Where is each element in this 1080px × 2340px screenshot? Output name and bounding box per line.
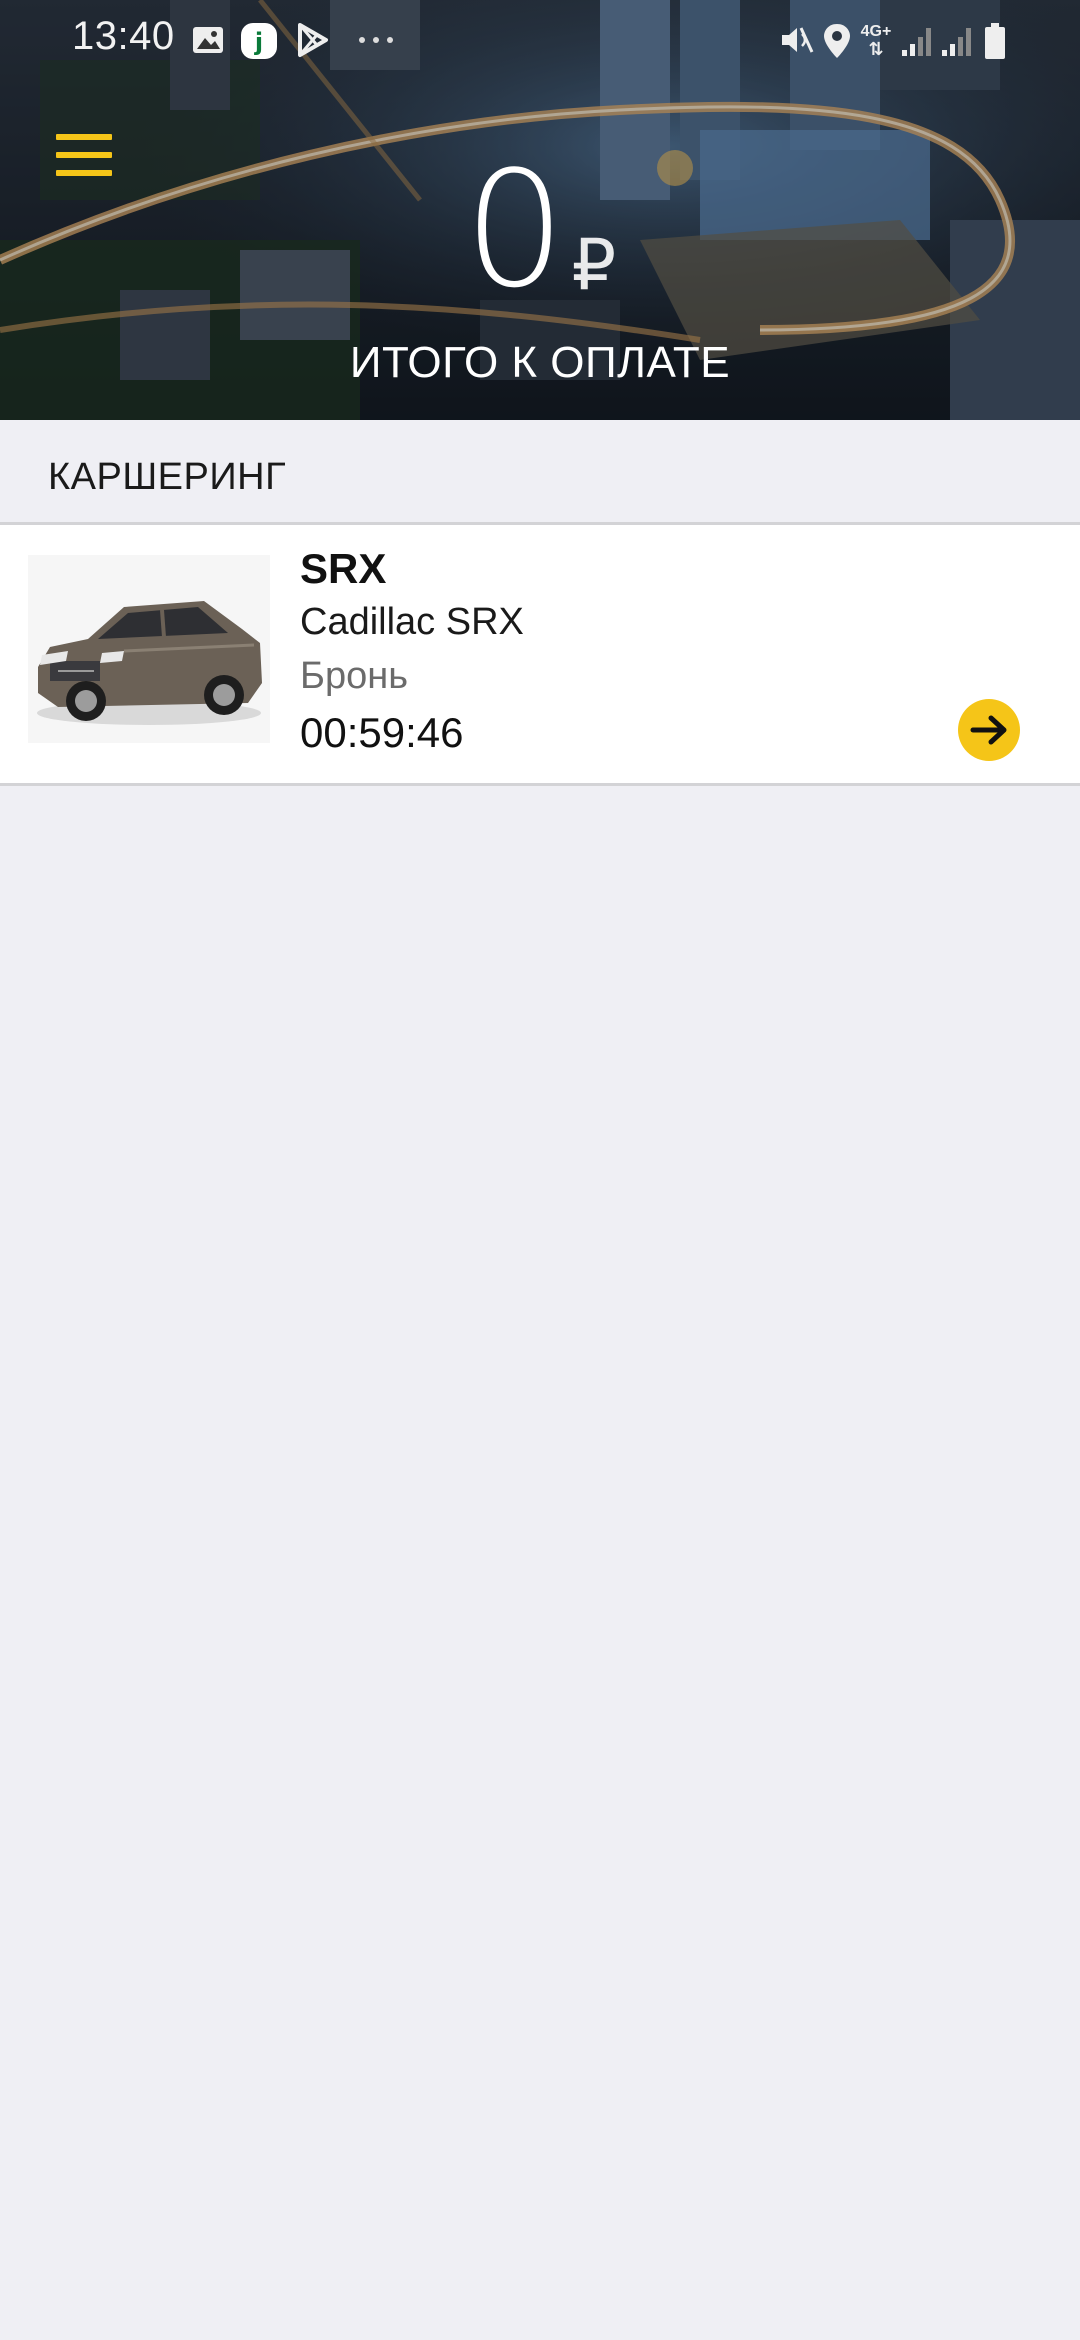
total-label: ИТОГО К ОПЛАТЕ [349, 338, 731, 387]
open-booking-button[interactable] [958, 699, 1020, 761]
booking-card[interactable]: SRX Cadillac SRX Бронь 00:59:46 [0, 522, 1080, 786]
total-amount: 0₽ [0, 150, 1080, 310]
booking-status: Бронь [300, 655, 408, 697]
mute-icon [782, 27, 814, 53]
arrow-right-icon [970, 715, 1007, 745]
car-model: Cadillac SRX [300, 601, 524, 643]
booking-timer: 00:59:46 [300, 709, 464, 756]
header-banner: 13:40 j 4G+ ⇅ 0₽ ИТОГО К ОПЛАТЕ [0, 0, 1080, 420]
app-j-icon: j [241, 23, 277, 59]
car-image [28, 555, 270, 743]
car-name: SRX [300, 545, 387, 592]
more-dots-icon [359, 37, 393, 43]
network-4g-icon: 4G+ ⇅ [860, 23, 892, 59]
location-icon [824, 24, 850, 58]
amount-value: 0 [463, 136, 566, 323]
network-label: 4G+ [860, 23, 892, 40]
section-title: КАРШЕРИНГ [48, 456, 287, 498]
status-time: 13:40 [72, 14, 175, 58]
svg-text:j: j [254, 28, 263, 56]
status-bar: 13:40 j 4G+ ⇅ [0, 0, 1080, 84]
play-store-icon [298, 23, 328, 57]
currency-symbol: ₽ [571, 226, 617, 304]
signal-icon [902, 28, 931, 56]
signal-icon-2 [942, 28, 971, 56]
battery-icon [985, 23, 1005, 59]
gallery-icon [193, 27, 223, 53]
